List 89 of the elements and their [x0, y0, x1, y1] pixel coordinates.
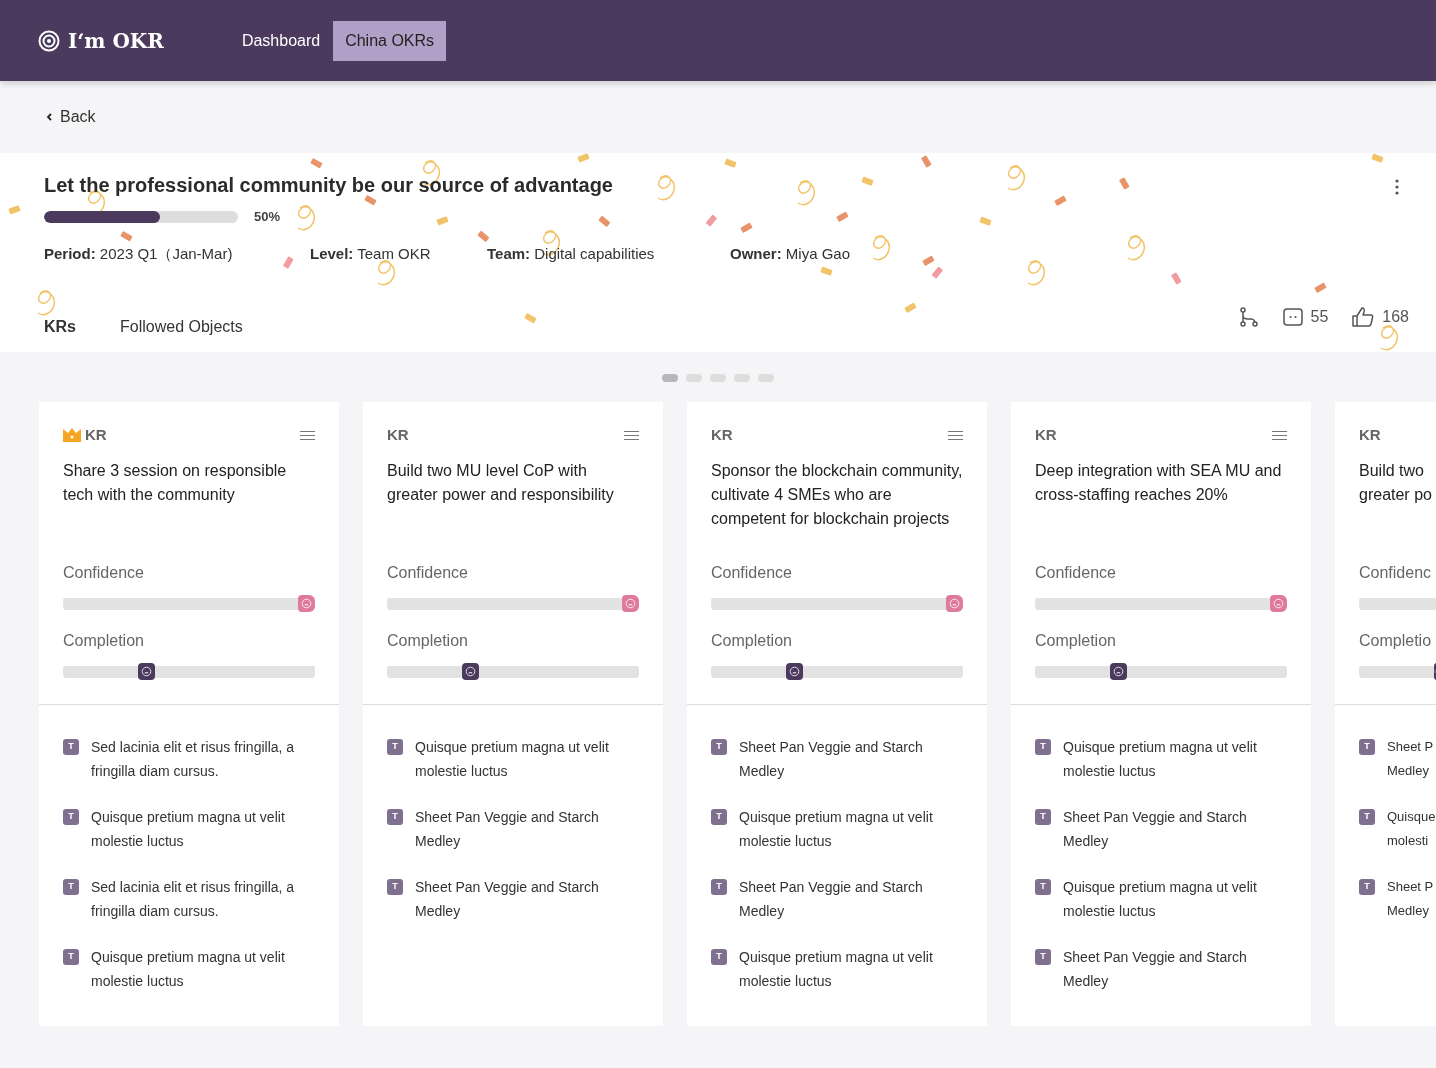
branch-icon[interactable]	[1238, 307, 1259, 327]
tab[interactable]: Followed Objects	[120, 315, 243, 339]
task-text[interactable]: Sheet Pan Veggie and Starch Medley	[1063, 945, 1287, 993]
task-text[interactable]: Sheet Pan Veggie and Starch Medley	[1063, 805, 1287, 853]
menu-icon[interactable]	[624, 430, 639, 440]
task-type-tag: T	[387, 739, 403, 755]
kr-label: KR	[1035, 425, 1057, 445]
slider-label: Completion	[63, 630, 145, 651]
task-text[interactable]: Sheet P Medley	[1387, 735, 1436, 783]
task-text[interactable]: Quisque pretium magna ut velit molestie luctus	[739, 805, 963, 853]
task-type-tag: T	[711, 949, 727, 965]
slider-label: Confidence	[711, 562, 793, 583]
task-text[interactable]: Sed lacinia elit et risus fringilla, a fringilla diam cursus.	[91, 875, 315, 923]
tab[interactable]: KRs	[44, 315, 76, 339]
menu-icon[interactable]	[300, 430, 315, 440]
kr-label: KR	[387, 425, 409, 445]
kr-title: Sponsor the blockchain community, cultivate 4 SMEs who are competent for blockchain projects	[711, 460, 963, 529]
task-type-tag: T	[387, 809, 403, 825]
more-options-icon[interactable]	[1395, 179, 1399, 195]
task-text[interactable]: Quisque pretium magna ut velit molestie luctus	[91, 945, 315, 993]
slider-label: Confidenc	[1359, 562, 1433, 583]
task-text[interactable]: Quisque molesti	[1387, 805, 1436, 853]
task-text[interactable]: Quisque pretium magna ut velit molestie luctus	[415, 735, 639, 783]
slider-thumb[interactable]	[462, 662, 480, 680]
app-logo: I‘m OKR	[68, 27, 164, 55]
meta-field: Team: Digital capabilities	[487, 242, 730, 265]
kr-title: Build two greater po	[1359, 460, 1433, 505]
kr-title: Deep integration with SEA MU and cross-staffing reaches 20%	[1035, 460, 1283, 505]
crown-icon	[63, 428, 81, 443]
like-count: 168	[1382, 307, 1409, 327]
task-type-tag: T	[711, 739, 727, 755]
task-type-tag: T	[1035, 949, 1051, 965]
slider-label: Completion	[1035, 630, 1117, 651]
task-text[interactable]: Quisque pretium magna ut velit molestie luctus	[1063, 875, 1287, 923]
slider-thumb[interactable]	[138, 662, 156, 680]
slider-thumb[interactable]	[298, 594, 315, 612]
task-text[interactable]: Sheet Pan Veggie and Starch Medley	[739, 735, 963, 783]
task-text[interactable]: Sheet Pan Veggie and Starch Medley	[739, 875, 963, 923]
meta-field: Owner: Miya Gao	[730, 242, 930, 265]
slider-label: Confidence	[63, 562, 145, 583]
task-text[interactable]: Sed lacinia elit et risus fringilla, a fringilla diam cursus.	[91, 735, 315, 783]
task-type-tag: T	[711, 809, 727, 825]
slider-thumb[interactable]	[1270, 594, 1287, 612]
objective-title: Let the professional community be our source of advantage	[44, 173, 614, 197]
task-text[interactable]: Quisque pretium magna ut velit molestie luctus	[739, 945, 963, 993]
slider-thumb[interactable]	[946, 594, 963, 612]
task-type-tag: T	[1035, 809, 1051, 825]
kr-label: KR	[711, 425, 733, 445]
slider-thumb[interactable]	[1110, 662, 1128, 680]
slider-label: Completion	[711, 630, 793, 651]
meta-field: Period: 2023 Q1（Jan-Mar)	[44, 242, 310, 265]
slider-label: Confidence	[1035, 562, 1117, 583]
slider-thumb[interactable]	[786, 662, 804, 680]
menu-icon[interactable]	[948, 430, 963, 440]
task-text[interactable]: Sheet Pan Veggie and Starch Medley	[415, 805, 639, 853]
task-text[interactable]: Quisque pretium magna ut velit molestie luctus	[91, 805, 315, 853]
slider-thumb[interactable]	[622, 594, 639, 612]
task-type-tag: T	[711, 879, 727, 895]
task-type-tag: T	[63, 879, 79, 895]
task-type-tag: T	[1359, 739, 1375, 755]
task-type-tag: T	[63, 809, 79, 825]
target-icon	[38, 29, 60, 52]
task-type-tag: T	[1035, 879, 1051, 895]
task-type-tag: T	[1359, 879, 1375, 895]
task-text[interactable]: Quisque pretium magna ut velit molestie luctus	[1063, 735, 1287, 783]
thumbs-up-icon[interactable]	[1352, 307, 1375, 327]
task-type-tag: T	[1035, 739, 1051, 755]
progress-percent: 50%	[254, 208, 281, 226]
nav-tab[interactable]: Dashboard	[229, 20, 333, 61]
slider-label: Completio	[1359, 630, 1433, 651]
kr-label: KR	[1359, 425, 1381, 445]
kr-title: Build two MU level CoP with greater power and responsibility	[387, 460, 615, 505]
slider-label: Completion	[387, 630, 469, 651]
meta-field: Level: Team OKR	[310, 242, 487, 265]
menu-icon[interactable]	[1272, 430, 1287, 440]
task-type-tag: T	[1359, 809, 1375, 825]
task-type-tag: T	[387, 879, 403, 895]
task-type-tag: T	[63, 739, 79, 755]
back-link[interactable]: Back	[46, 105, 96, 129]
task-text[interactable]: Sheet Pan Veggie and Starch Medley	[415, 875, 639, 923]
chevron-left-icon	[46, 113, 52, 121]
task-type-tag: T	[63, 949, 79, 965]
kr-title: Share 3 session on responsible tech with the community	[63, 460, 288, 505]
kr-label: KR	[85, 425, 107, 445]
task-text[interactable]: Sheet P Medley	[1387, 875, 1436, 923]
comment-count: 55	[1310, 307, 1329, 327]
comment-icon[interactable]	[1282, 307, 1303, 327]
nav-tab[interactable]: China OKRs	[333, 20, 447, 61]
slider-label: Confidence	[387, 562, 469, 583]
